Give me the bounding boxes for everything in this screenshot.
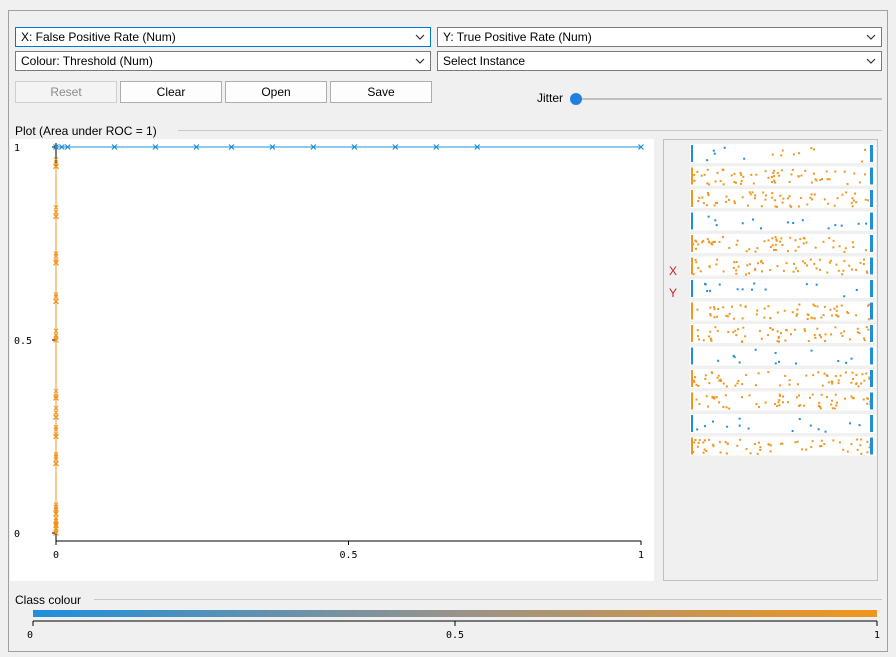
matrix-cell[interactable] bbox=[690, 414, 876, 433]
roc-plot[interactable]: 0 0.5 1 0 0.5 1 bbox=[10, 139, 654, 581]
y-attribute-marker: Y bbox=[669, 286, 678, 300]
reset-button[interactable]: Reset bbox=[15, 81, 117, 103]
x-axis-select[interactable]: X: False Positive Rate (Num) bbox=[15, 27, 431, 47]
matrix-cell[interactable] bbox=[690, 391, 876, 411]
instance-select[interactable]: Select Instance bbox=[437, 51, 882, 71]
chevron-down-icon bbox=[866, 58, 876, 64]
matrix-cell[interactable] bbox=[690, 211, 876, 231]
attribute-matrix-panel: X Y bbox=[663, 139, 878, 581]
open-button[interactable]: Open bbox=[225, 81, 327, 103]
colour-select-value: Colour: Threshold (Num) bbox=[21, 54, 153, 68]
y-tick-label: 1 bbox=[14, 143, 20, 154]
class-colour-gradient bbox=[33, 610, 877, 617]
matrix-cell[interactable] bbox=[690, 301, 876, 321]
colour-select[interactable]: Colour: Threshold (Num) bbox=[15, 51, 431, 71]
matrix-cell[interactable] bbox=[690, 166, 876, 186]
clear-button[interactable]: Clear bbox=[120, 81, 222, 103]
matrix-cell[interactable] bbox=[690, 256, 876, 276]
class-colour-label: Class colour bbox=[15, 593, 82, 607]
matrix-cell[interactable] bbox=[690, 144, 876, 163]
x-tick-label: 0.5 bbox=[339, 550, 357, 561]
jitter-slider[interactable] bbox=[570, 90, 882, 108]
jitter-slider-track bbox=[574, 98, 882, 100]
x-tick-label: 1 bbox=[638, 550, 644, 561]
matrix-cell[interactable] bbox=[690, 436, 876, 456]
y-axis-select[interactable]: Y: True Positive Rate (Num) bbox=[437, 27, 882, 47]
matrix-cell[interactable] bbox=[690, 369, 876, 388]
jitter-slider-thumb[interactable] bbox=[570, 93, 582, 105]
jitter-label: Jitter bbox=[537, 91, 564, 105]
save-button[interactable]: Save bbox=[330, 81, 432, 103]
class-colour-group-line bbox=[94, 599, 882, 600]
matrix-cell[interactable] bbox=[690, 279, 876, 298]
chevron-down-icon bbox=[415, 58, 425, 64]
class-colour-bar: 0 0.5 1 bbox=[27, 610, 880, 641]
matrix-cell[interactable] bbox=[690, 189, 876, 208]
plot-group-line bbox=[178, 130, 882, 131]
y-tick-label: 0 bbox=[14, 529, 20, 540]
class-colour-tick-label: 0 bbox=[27, 630, 33, 641]
chevron-down-icon bbox=[415, 34, 425, 40]
y-tick-label: 0.5 bbox=[14, 336, 32, 347]
matrix-cell[interactable] bbox=[690, 346, 876, 366]
y-axis-select-value: Y: True Positive Rate (Num) bbox=[443, 30, 592, 44]
x-tick-label: 0 bbox=[53, 550, 59, 561]
matrix-cell[interactable] bbox=[690, 234, 876, 253]
roc-chart: 0 0.5 1 0 0.5 1 bbox=[14, 143, 644, 561]
matrix-cell[interactable] bbox=[690, 324, 876, 343]
class-colour-tick-label: 1 bbox=[874, 630, 880, 641]
class-colour-tick-label: 0.5 bbox=[446, 630, 464, 641]
x-axis-select-value: X: False Positive Rate (Num) bbox=[21, 30, 176, 44]
attribute-matrix bbox=[690, 144, 876, 456]
instance-select-value: Select Instance bbox=[443, 54, 526, 68]
x-attribute-marker: X bbox=[669, 264, 678, 278]
plot-title: Plot (Area under ROC = 1) bbox=[15, 124, 157, 138]
chevron-down-icon bbox=[866, 34, 876, 40]
